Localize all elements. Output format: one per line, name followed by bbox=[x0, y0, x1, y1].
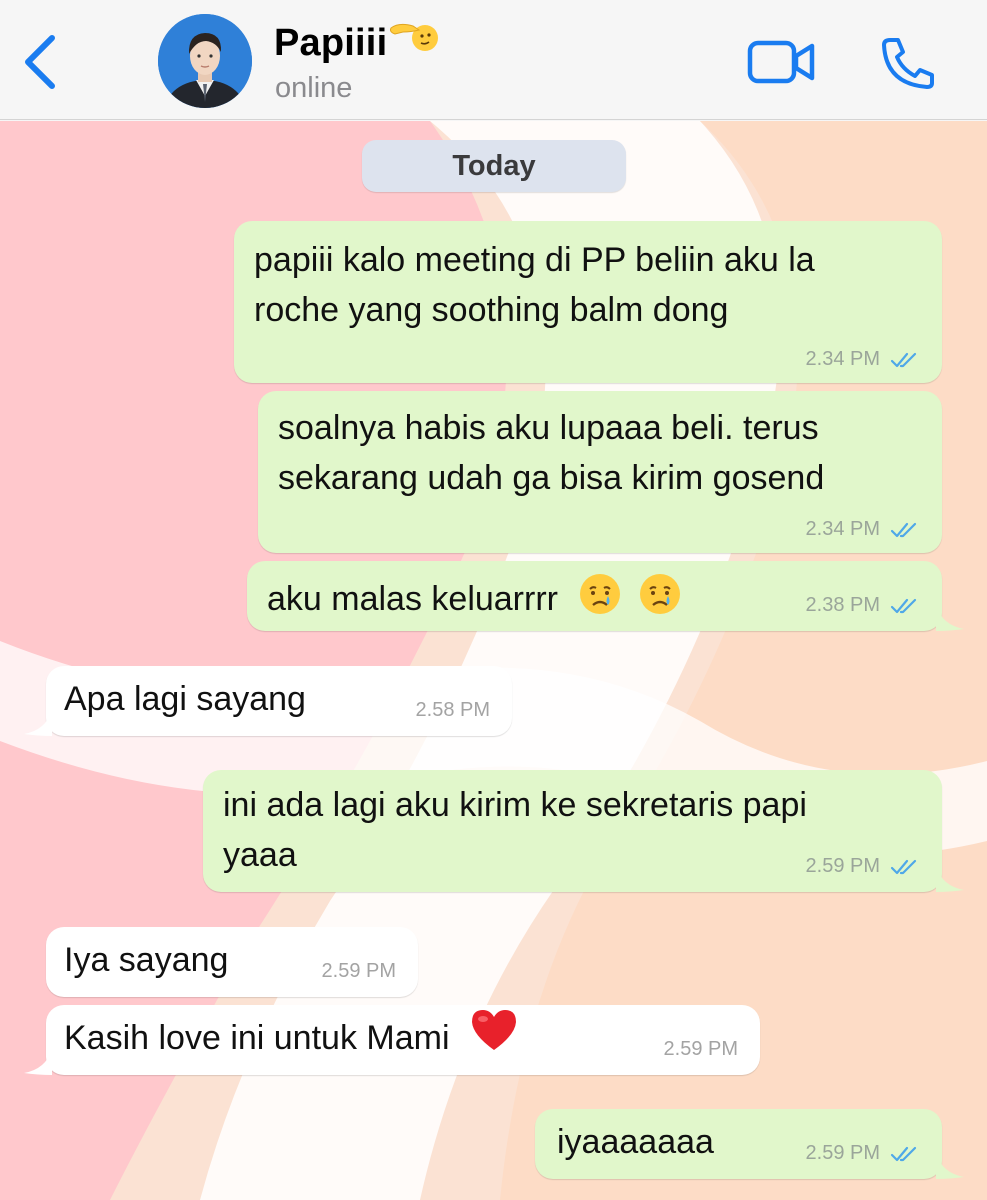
message-incoming[interactable]: Kasih love ini untuk Mami 2.59 PM bbox=[24, 1005, 760, 1075]
avatar[interactable] bbox=[158, 14, 252, 108]
red-heart-icon bbox=[469, 1007, 519, 1067]
message-time: 2.59 PM bbox=[663, 1038, 738, 1060]
message-time: 2.34 PM bbox=[805, 348, 880, 370]
message-text-line: papiii kalo meeting di PP beliin aku la bbox=[254, 241, 815, 279]
crying-face-icon bbox=[637, 571, 683, 631]
date-separator: Today bbox=[362, 140, 626, 192]
message-time: 2.34 PM bbox=[805, 518, 880, 540]
message-meta: 2.38 PM bbox=[806, 594, 920, 617]
face-with-hand-emoji-icon bbox=[389, 14, 439, 68]
bubble-tail bbox=[936, 866, 964, 892]
phone-icon bbox=[882, 38, 934, 89]
message-outgoing[interactable]: papiii kalo meeting di PP beliin aku la … bbox=[234, 221, 942, 383]
bubble-tail bbox=[936, 605, 964, 631]
message-text-line: yaaa bbox=[223, 836, 297, 874]
message-text: iyaaaaaaa bbox=[557, 1123, 714, 1161]
message-outgoing[interactable]: ini ada lagi aku kirim ke sekretaris pap… bbox=[203, 770, 964, 892]
bubble-tail bbox=[936, 1153, 964, 1179]
crying-face-icon bbox=[577, 571, 623, 631]
message-meta: 2.59 PM bbox=[806, 1142, 920, 1165]
message-text-line: Kasih love ini untuk Mami bbox=[64, 1010, 519, 1067]
message-time: 2.58 PM bbox=[415, 699, 490, 721]
message-time: 2.38 PM bbox=[805, 594, 880, 616]
message-incoming[interactable]: Iya sayang 2.59 PM bbox=[46, 927, 418, 997]
contact-name[interactable]: Papiiii bbox=[274, 22, 439, 68]
video-call-button[interactable] bbox=[746, 38, 818, 86]
message-text-line: ini ada lagi aku kirim ke sekretaris pap… bbox=[223, 786, 807, 824]
message-incoming[interactable]: Apa lagi sayang 2.58 PM bbox=[24, 666, 512, 736]
bubble-tail bbox=[24, 710, 52, 736]
read-double-check-icon bbox=[890, 859, 917, 874]
message-text: aku malas keluarrrr bbox=[267, 579, 558, 618]
message-time: 2.59 PM bbox=[321, 960, 396, 982]
avatar-photo bbox=[158, 14, 252, 108]
message-meta: 2.59 PM bbox=[806, 855, 920, 878]
read-double-check-icon bbox=[890, 598, 917, 613]
message-meta: 2.34 PM bbox=[806, 518, 920, 541]
message-time: 2.59 PM bbox=[805, 1142, 880, 1164]
read-double-check-icon bbox=[890, 352, 917, 367]
message-outgoing[interactable]: soalnya habis aku lupaaa beli. terus sek… bbox=[258, 391, 942, 553]
message-time: 2.59 PM bbox=[805, 855, 880, 877]
message-text-line: soalnya habis aku lupaaa beli. terus bbox=[278, 409, 819, 447]
message-text-line: aku malas keluarrrr bbox=[267, 571, 683, 631]
message-text: Apa lagi sayang bbox=[64, 680, 306, 718]
read-double-check-icon bbox=[890, 522, 917, 537]
message-outgoing[interactable]: iyaaaaaaa 2.59 PM bbox=[535, 1109, 964, 1179]
chevron-left-icon bbox=[25, 35, 55, 89]
chat-header: Papiiii online bbox=[0, 0, 987, 120]
message-text: Kasih love ini untuk Mami bbox=[64, 1019, 450, 1057]
read-double-check-icon bbox=[890, 1146, 917, 1161]
message-outgoing[interactable]: aku malas keluarrrr 2.38 PM bbox=[247, 561, 964, 631]
message-text-line: roche yang soothing balm dong bbox=[254, 291, 729, 329]
bubble-tail bbox=[24, 1049, 52, 1075]
contact-name-text: Papiiii bbox=[274, 22, 388, 65]
message-meta: 2.34 PM bbox=[806, 348, 920, 371]
video-camera-icon bbox=[747, 40, 815, 84]
message-text: Iya sayang bbox=[64, 941, 229, 979]
back-button[interactable] bbox=[20, 32, 60, 92]
message-text-line: sekarang udah ga bisa kirim gosend bbox=[278, 459, 825, 497]
contact-status: online bbox=[275, 72, 353, 104]
voice-call-button[interactable] bbox=[878, 36, 938, 90]
